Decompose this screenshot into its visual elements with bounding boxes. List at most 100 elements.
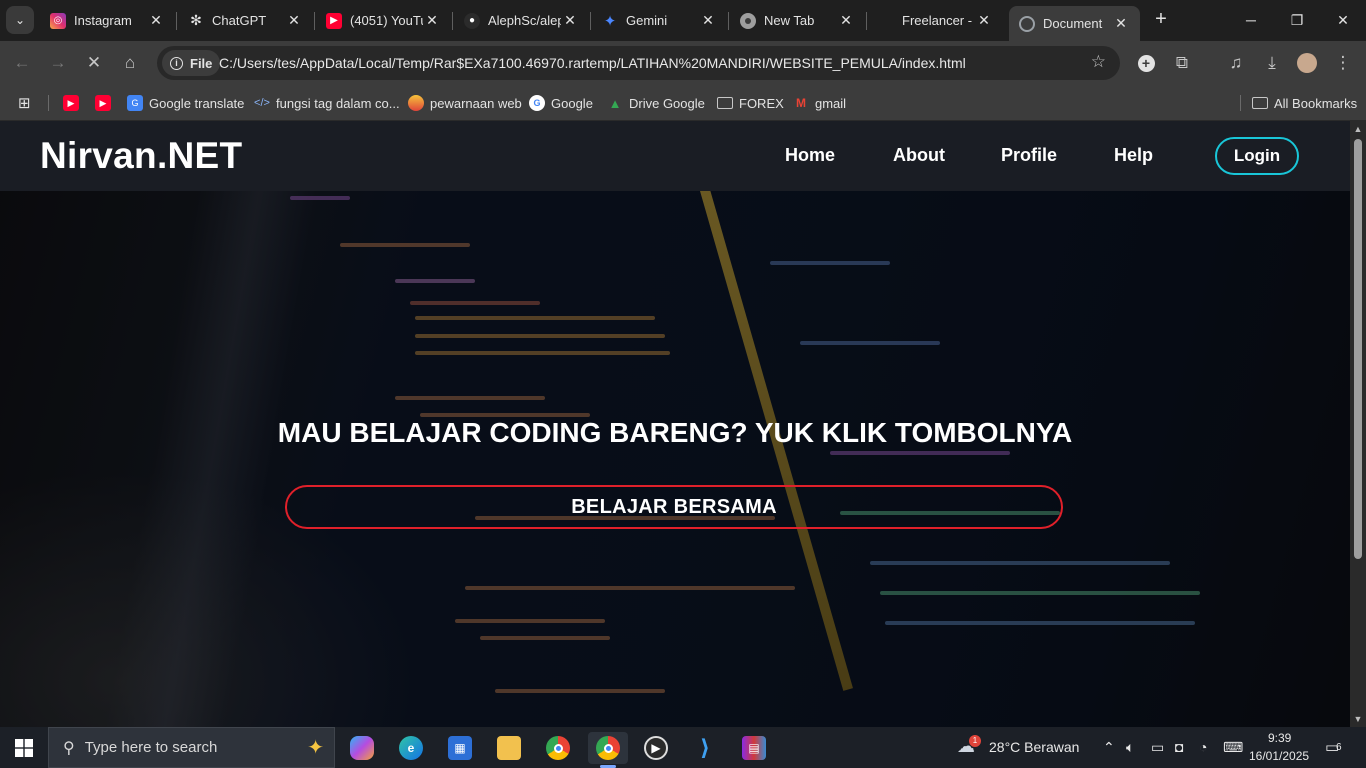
copilot-icon [350, 736, 374, 760]
vscode-icon: ⟩ [699, 735, 711, 760]
close-tab-icon[interactable]: ✕ [837, 12, 855, 29]
all-bookmarks-button[interactable]: All Bookmarks [1252, 92, 1357, 114]
restore-button[interactable]: ❐ [1274, 0, 1320, 40]
tab-search-button[interactable]: ⌄ [6, 6, 34, 34]
tab-freelancer[interactable]: Freelancer - ✕ [868, 6, 1003, 35]
new-tab-button[interactable]: + [1150, 8, 1172, 30]
weather-text[interactable]: 28°C Berawan [989, 739, 1079, 755]
tab-github[interactable]: ● AlephSc/alep ✕ [454, 6, 589, 35]
taskbar-chrome[interactable] [538, 732, 578, 764]
google-translate-icon: G [127, 95, 143, 111]
back-button[interactable]: ← [7, 48, 37, 78]
apps-button[interactable]: ⊞ [18, 92, 31, 114]
nav-link-profile[interactable]: Profile [1001, 145, 1057, 166]
bookmark-star-icon[interactable]: ☆ [1091, 52, 1106, 72]
freelancer-icon [878, 13, 894, 29]
volume-icon[interactable]: 🔈︎ [1126, 739, 1134, 756]
site-logo[interactable]: Nirvan.NET [40, 135, 242, 177]
folder-icon [717, 97, 733, 109]
taskbar-store[interactable]: ▦ [440, 732, 480, 764]
scroll-up-icon[interactable]: ▲ [1350, 121, 1366, 137]
nav-link-help[interactable]: Help [1114, 145, 1153, 166]
start-button[interactable] [0, 727, 48, 768]
camera-icon[interactable]: ◘ [1175, 739, 1183, 755]
network-icon[interactable]: ▭ [1151, 739, 1164, 756]
tab-separator [314, 12, 315, 30]
extension-add-button[interactable]: + [1131, 48, 1161, 78]
browser-toolbar: ← → ✕ ⌂ i File C:/Users/tes/AppData/Loca… [0, 41, 1366, 85]
close-tab-icon[interactable]: ✕ [423, 12, 441, 29]
scroll-down-icon[interactable]: ▼ [1350, 711, 1366, 727]
clock-time[interactable]: 9:39 [1268, 731, 1291, 745]
bookmark-youtube-2[interactable]: ▶ [95, 92, 117, 114]
youtube-icon: ▶ [63, 95, 79, 111]
close-window-button[interactable]: ✕ [1320, 0, 1366, 40]
taskbar-copilot[interactable] [342, 732, 382, 764]
taskbar-search-box[interactable]: ⚲ Type here to search ✦ [48, 727, 335, 768]
bookmark-fungsi-tag[interactable]: </> fungsi tag dalam co... [254, 92, 400, 114]
info-icon: i [170, 56, 183, 70]
downloads-button[interactable]: ⤓ [1257, 48, 1287, 78]
tab-gemini[interactable]: ✦ Gemini ✕ [592, 6, 727, 35]
close-tab-icon[interactable]: ✕ [285, 12, 303, 29]
clock-date[interactable]: 16/01/2025 [1249, 749, 1309, 763]
tab-new-tab[interactable]: New Tab ✕ [730, 6, 865, 35]
site-info-chip[interactable]: i File [162, 50, 221, 76]
bookmark-separator [1240, 95, 1241, 111]
search-icon: ⚲ [63, 739, 75, 757]
bookmark-drive-google[interactable]: ▲ Drive Google [607, 92, 705, 114]
keyboard-icon[interactable]: ⌨ [1223, 739, 1243, 756]
taskbar-file-explorer[interactable] [489, 732, 529, 764]
close-tab-icon[interactable]: ✕ [147, 12, 165, 29]
windows-taskbar: ⚲ Type here to search ✦ e ▦ ▶ ⟩ ▤ ☁ 1 28… [0, 727, 1366, 768]
weather-icon[interactable]: ☁ 1 [957, 735, 981, 757]
minimize-button[interactable]: ─ [1228, 0, 1274, 40]
profile-button[interactable] [1292, 48, 1322, 78]
extensions-button[interactable]: ⧉ [1167, 48, 1197, 78]
nav-link-home[interactable]: Home [785, 145, 835, 166]
taskbar-media-player[interactable]: ▶ [636, 732, 676, 764]
login-button[interactable]: Login [1215, 137, 1299, 175]
url-text[interactable]: C:/Users/tes/AppData/Local/Temp/Rar$EXa7… [219, 46, 966, 80]
bookmark-forex-folder[interactable]: FOREX [717, 92, 784, 114]
stop-loading-button[interactable]: ✕ [79, 48, 109, 78]
taskbar-edge[interactable]: e [391, 732, 431, 764]
hero-title: MAU BELAJAR CODING BARENG? YUK KLIK TOMB… [277, 417, 1073, 448]
address-bar[interactable]: i File C:/Users/tes/AppData/Local/Temp/R… [157, 46, 1120, 80]
tab-chatgpt[interactable]: ✻ ChatGPT ✕ [178, 6, 313, 35]
bookmark-google[interactable]: G Google [529, 92, 593, 114]
page-scrollbar[interactable]: ▲ ▼ [1350, 121, 1366, 727]
bookmark-gmail[interactable]: Mgmail [793, 92, 846, 114]
scrollbar-thumb[interactable] [1354, 139, 1362, 559]
browser-tab-strip: ⌄ ◎ Instagram ✕ ✻ ChatGPT ✕ ▶ (4051) You… [0, 0, 1366, 41]
minimize-icon: ─ [1246, 12, 1256, 28]
forward-button[interactable]: → [43, 48, 73, 78]
nav-link-about[interactable]: About [893, 145, 945, 166]
home-button[interactable]: ⌂ [115, 48, 145, 78]
close-tab-icon[interactable]: ✕ [975, 12, 993, 29]
gmail-icon: M [796, 96, 806, 110]
taskbar-vscode[interactable]: ⟩ [685, 732, 725, 764]
google-icon: G [529, 95, 545, 111]
gemini-icon: ✦ [603, 12, 617, 30]
browser-menu-button[interactable]: ⋮ [1328, 48, 1358, 78]
close-tab-icon[interactable]: ✕ [561, 12, 579, 29]
notification-icon[interactable]: ▭ 6 [1325, 738, 1342, 756]
close-tab-icon[interactable]: ✕ [1112, 15, 1130, 32]
tab-document[interactable]: Document ✕ [1009, 6, 1140, 41]
belajar-bersama-button[interactable]: BELAJAR BERSAMA [285, 485, 1063, 529]
tab-separator [176, 12, 177, 30]
bookmark-youtube-1[interactable]: ▶ [63, 92, 85, 114]
tab-separator [866, 12, 867, 30]
bookmark-pewarnaan-web[interactable]: pewarnaan web [408, 92, 522, 114]
close-tab-icon[interactable]: ✕ [699, 12, 717, 29]
bookmark-google-translate[interactable]: G Google translate [127, 92, 244, 114]
tab-youtube[interactable]: ▶ (4051) YouTu ✕ [316, 6, 451, 35]
tab-instagram[interactable]: ◎ Instagram ✕ [40, 6, 175, 35]
taskbar-winrar[interactable]: ▤ [734, 732, 774, 764]
media-control-button[interactable]: ♫ [1221, 48, 1251, 78]
wifi-icon[interactable]: ◔ [1199, 739, 1207, 755]
taskbar-chrome-profile[interactable] [588, 732, 628, 768]
chevron-up-icon[interactable]: ⌃ [1103, 739, 1115, 756]
document-icon [1019, 15, 1035, 32]
